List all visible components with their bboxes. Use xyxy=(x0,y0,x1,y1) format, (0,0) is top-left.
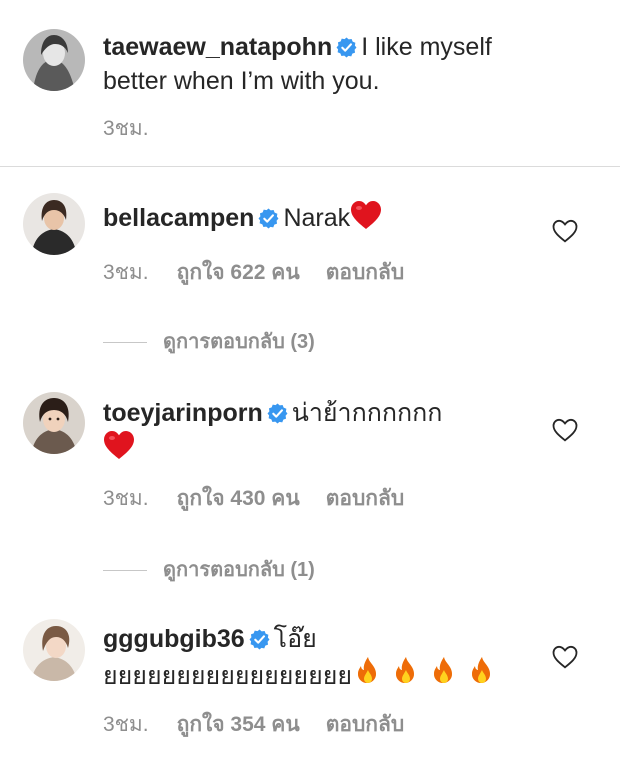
comment-username[interactable]: gggubgib36 xyxy=(103,625,245,653)
comment-meta: 3ชม. ถูกใจ 354 คน ตอบกลับ xyxy=(103,708,404,741)
fire-icon xyxy=(354,656,382,688)
comment-meta: 3ชม. ถูกใจ 622 คน ตอบกลับ xyxy=(103,256,404,289)
view-replies-label: ดูการตอบกลับ (3) xyxy=(163,331,315,353)
reply-button[interactable]: ตอบกลับ xyxy=(326,256,405,289)
verified-badge-icon xyxy=(249,629,270,650)
timestamp: 3ชม. xyxy=(103,487,149,510)
avatar[interactable] xyxy=(23,193,85,255)
caption-username[interactable]: taewaew_natapohn xyxy=(103,33,332,61)
comment-body: น่าย้ากกกกกก xyxy=(291,399,443,427)
red-heart-icon xyxy=(103,430,135,460)
view-replies-label: ดูการตอบกลับ (1) xyxy=(163,559,315,581)
caption-text: taewaew_natapohn I like myself better whe… xyxy=(103,30,503,98)
fire-icon xyxy=(468,656,496,688)
reply-button[interactable]: ตอบกลับ xyxy=(326,708,405,741)
comment-text: gggubgib36 โอ๊ยยยยยยยยยยยยยยยยยย xyxy=(103,622,503,693)
comment-body: โอ๊ย xyxy=(273,625,317,653)
divider-line xyxy=(103,570,147,572)
avatar[interactable] xyxy=(23,619,85,681)
divider-line xyxy=(103,342,147,344)
heart-outline-icon[interactable] xyxy=(552,418,578,442)
comment-body: Narak xyxy=(283,204,351,232)
reply-button[interactable]: ตอบกลับ xyxy=(326,482,405,515)
avatar[interactable] xyxy=(23,392,85,454)
comment-meta: 3ชม. ถูกใจ 430 คน ตอบกลับ xyxy=(103,482,404,515)
view-replies-button[interactable]: ดูการตอบกลับ (3) xyxy=(103,325,315,357)
like-count[interactable]: ถูกใจ 430 คน xyxy=(177,482,300,515)
comment-text: toeyjarinporn น่าย้ากกกกกก xyxy=(103,396,503,465)
fire-icon xyxy=(392,656,420,688)
comment-body-cont: ยยยยยยยยยยยยยยยยย xyxy=(103,662,353,690)
like-count[interactable]: ถูกใจ 622 คน xyxy=(177,256,300,289)
red-heart-icon xyxy=(350,200,382,230)
verified-badge-icon xyxy=(258,208,279,229)
comment-username[interactable]: bellacampen xyxy=(103,204,254,232)
timestamp: 3ชม. xyxy=(103,713,149,736)
avatar[interactable] xyxy=(23,29,85,91)
like-count[interactable]: ถูกใจ 354 คน xyxy=(177,708,300,741)
timestamp: 3ชม. xyxy=(103,117,149,140)
verified-badge-icon xyxy=(267,403,288,424)
heart-outline-icon[interactable] xyxy=(552,645,578,669)
comment-username[interactable]: toeyjarinporn xyxy=(103,399,263,427)
view-replies-button[interactable]: ดูการตอบกลับ (1) xyxy=(103,553,315,585)
comment-text: bellacampen Narak xyxy=(103,200,503,235)
fire-icon xyxy=(430,656,458,688)
heart-outline-icon[interactable] xyxy=(552,219,578,243)
post-caption: taewaew_natapohn I like myself better whe… xyxy=(0,0,620,167)
caption-meta: 3ชม. xyxy=(103,112,149,145)
timestamp: 3ชม. xyxy=(103,261,149,284)
verified-badge-icon xyxy=(336,37,357,58)
